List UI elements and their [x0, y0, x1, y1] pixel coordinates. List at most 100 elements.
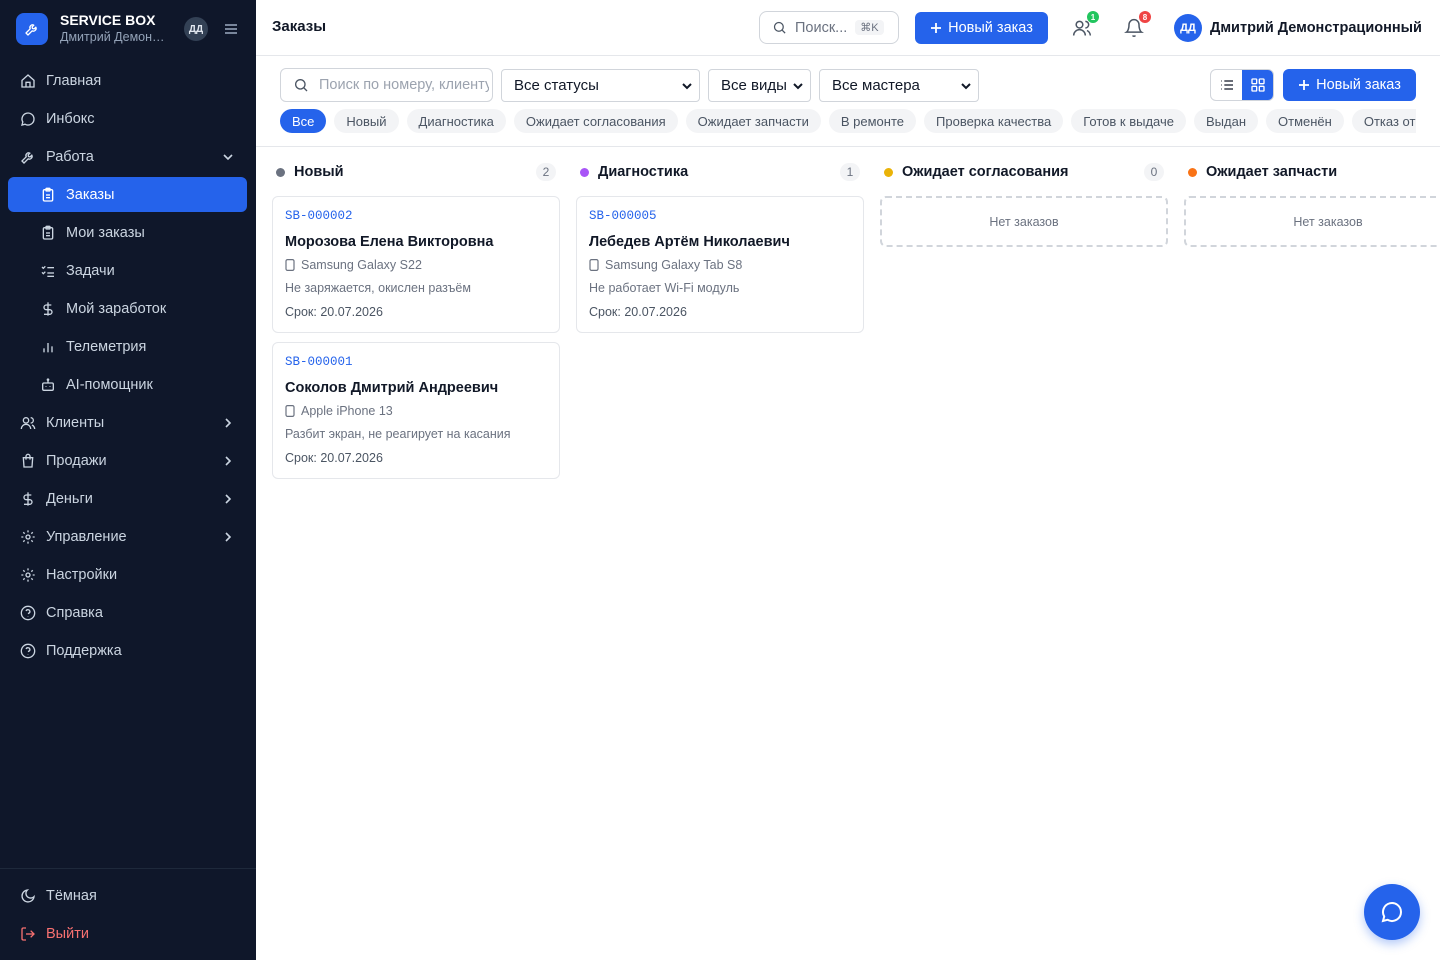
problem-description: Разбит экран, не реагирует на касания — [285, 427, 511, 441]
status-chips: Все Новый Диагностика Ожидает согласован… — [280, 109, 1416, 135]
search-shortcut: ⌘K — [855, 20, 884, 35]
global-search-button[interactable]: Поиск... ⌘K — [759, 11, 899, 44]
chat-button[interactable] — [1364, 884, 1420, 940]
phone-icon — [589, 259, 599, 271]
theme-toggle[interactable]: Тёмная — [8, 878, 248, 913]
status-chip-issued[interactable]: Выдан — [1194, 109, 1259, 133]
sidebar-item-clients[interactable]: Клиенты — [8, 405, 247, 440]
order-search[interactable] — [280, 68, 493, 102]
column-title: Ожидает запчасти — [1206, 164, 1338, 180]
sidebar-item-work[interactable]: Работа — [8, 139, 247, 174]
plus-icon — [1298, 79, 1310, 91]
column-count: 1 — [840, 163, 860, 181]
phone-icon — [285, 405, 295, 417]
chevron-down-icon — [221, 150, 235, 164]
team-badge: 1 — [1087, 11, 1099, 23]
device-row: Apple iPhone 13 — [285, 403, 547, 419]
order-card[interactable]: SB-000002 Морозова Елена Викторовна Sams… — [272, 196, 560, 333]
sidebar-item-home[interactable]: Главная — [8, 63, 247, 98]
new-order-button[interactable]: Новый заказ — [915, 12, 1048, 44]
sidebar-item-management[interactable]: Управление — [8, 519, 247, 554]
status-chip-awaiting-parts[interactable]: Ожидает запчасти — [685, 109, 821, 133]
logout-button[interactable]: Выйти — [8, 916, 248, 951]
page-title: Заказы — [272, 18, 327, 35]
empty-column-placeholder: Нет заказов — [880, 196, 1168, 247]
new-order-button[interactable]: Новый заказ — [1283, 69, 1416, 101]
sidebar-item-telemetry[interactable]: Телеметрия — [8, 329, 247, 364]
chevron-right-icon — [221, 454, 235, 468]
order-card[interactable]: SB-000001 Соколов Дмитрий Андреевич Appl… — [272, 342, 560, 479]
chevron-down-icon — [681, 79, 693, 96]
status-chip-cancelled[interactable]: Отменён — [1266, 109, 1344, 133]
filters-bar: Все статусы Все виды Все мастера Новый з… — [256, 56, 1440, 147]
status-chip-ready[interactable]: Готов к выдаче — [1071, 109, 1186, 133]
menu-icon[interactable] — [222, 20, 240, 38]
kanban-column-diagnostics: Диагностика 1 SB-000005 Лебедев Артём Ни… — [576, 148, 864, 342]
team-button[interactable]: 1 — [1068, 11, 1099, 42]
message-circle-icon — [1380, 900, 1404, 924]
sidebar-item-orders[interactable]: Заказы — [8, 177, 247, 212]
users-icon — [20, 415, 36, 431]
problem-description: Не заряжается, окислен разъём — [285, 281, 471, 295]
device-row: Samsung Galaxy Tab S8 — [589, 257, 851, 273]
problem-description: Не работает Wi-Fi модуль — [589, 281, 740, 295]
moon-icon — [20, 888, 36, 904]
phone-icon — [285, 259, 295, 271]
column-header: Диагностика 1 — [576, 148, 864, 196]
sidebar-item-money[interactable]: Деньги — [8, 481, 247, 516]
status-chip-diagnostics[interactable]: Диагностика — [406, 109, 506, 133]
master-select[interactable]: Все мастера — [819, 69, 979, 102]
device-name: Samsung Galaxy S22 — [301, 258, 422, 272]
status-chip-in-repair[interactable]: В ремонте — [828, 109, 917, 133]
device-name: Apple iPhone 13 — [301, 404, 393, 418]
chevron-down-icon — [792, 79, 804, 96]
status-chip-repair-refused[interactable]: Отказ от ремонта — [1351, 109, 1416, 133]
view-toggle — [1210, 69, 1274, 101]
sidebar-item-inbox[interactable]: Инбокс — [8, 101, 247, 136]
search-label: Поиск... — [795, 19, 848, 36]
user-menu[interactable]: ДД Дмитрий Демонстрационный — [1174, 14, 1422, 42]
sidebar: SERVICE BOX Дмитрий Демонстрационный ДД … — [0, 0, 256, 960]
order-number[interactable]: SB-000005 — [589, 209, 851, 225]
due-date: Срок: 20.07.2026 — [285, 305, 383, 319]
status-select[interactable]: Все статусы — [501, 69, 700, 102]
sidebar-item-label: Поддержка — [46, 642, 122, 659]
notification-badge: 8 — [1139, 11, 1151, 23]
avatar[interactable]: ДД — [184, 17, 208, 41]
status-chip-new[interactable]: Новый — [334, 109, 399, 133]
type-select[interactable]: Все виды — [708, 69, 811, 102]
sidebar-item-settings[interactable]: Настройки — [8, 557, 247, 592]
column-header: Ожидает согласования 0 — [880, 148, 1168, 196]
logout-label: Выйти — [46, 925, 89, 942]
order-number[interactable]: SB-000002 — [285, 209, 547, 225]
list-view-button[interactable] — [1211, 70, 1242, 100]
user-name: Дмитрий Демонстрационный — [1210, 20, 1422, 36]
chevron-down-icon — [960, 79, 972, 96]
sidebar-item-label: Мой заработок — [66, 300, 167, 317]
sidebar-item-earnings[interactable]: Мой заработок — [8, 291, 247, 326]
order-number[interactable]: SB-000001 — [285, 355, 547, 371]
chevron-right-icon — [221, 492, 235, 506]
sidebar-item-label: Работа — [46, 148, 94, 165]
sidebar-item-help[interactable]: Справка — [8, 595, 247, 630]
notifications-button[interactable]: 8 — [1120, 11, 1151, 42]
board-view-button[interactable] — [1242, 70, 1273, 100]
due-date: Срок: 20.07.2026 — [285, 451, 383, 465]
status-chip-all[interactable]: Все — [280, 109, 327, 133]
sidebar-item-my-orders[interactable]: Мои заказы — [8, 215, 247, 250]
sidebar-item-sales[interactable]: Продажи — [8, 443, 247, 478]
status-chip-awaiting-approval[interactable]: Ожидает согласования — [513, 109, 678, 133]
type-select-value: Все виды — [721, 77, 787, 94]
home-icon — [20, 73, 36, 89]
order-card[interactable]: SB-000005 Лебедев Артём Николаевич Samsu… — [576, 196, 864, 333]
kanban-column-awaiting-approval: Ожидает согласования 0 Нет заказов — [880, 148, 1168, 247]
client-name: Лебедев Артём Николаевич — [589, 234, 790, 250]
help-circle-icon — [20, 605, 36, 621]
status-chip-quality-check[interactable]: Проверка качества — [924, 109, 1064, 133]
sidebar-item-tasks[interactable]: Задачи — [8, 253, 247, 288]
sidebar-item-support[interactable]: Поддержка — [8, 633, 247, 668]
sidebar-item-label: Продажи — [46, 452, 107, 469]
order-search-input[interactable] — [319, 77, 489, 93]
sidebar-item-ai-assistant[interactable]: AI-помощник — [8, 367, 247, 402]
theme-label: Тёмная — [46, 887, 97, 904]
